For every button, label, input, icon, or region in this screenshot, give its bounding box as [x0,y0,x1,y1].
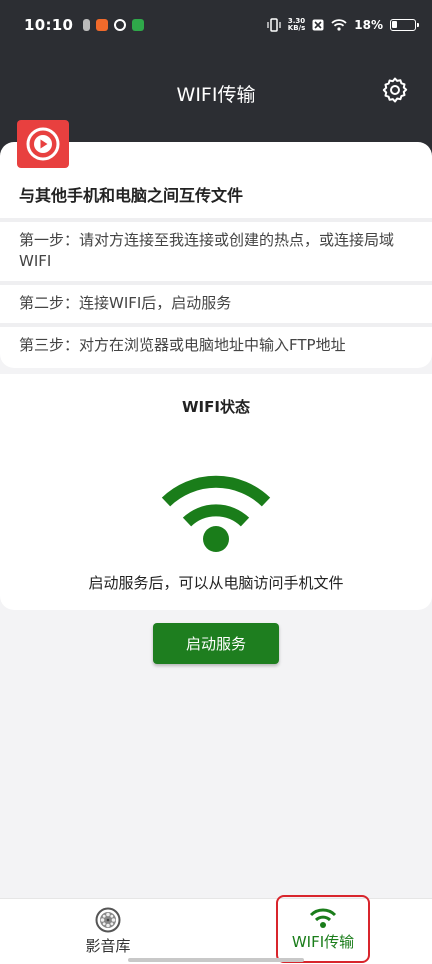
net-speed: 3.30 KB/s [288,18,305,32]
net-speed-unit: KB/s [287,24,306,32]
play-logo-icon [26,127,60,161]
wifi-hint: 启动服务后，可以从电脑访问手机文件 [88,574,344,592]
bottom-nav: 影音库 WIFI传输 [0,895,432,964]
gear-icon[interactable] [380,75,410,105]
start-service-button[interactable]: 启动服务 [153,623,279,664]
intro-card: 与其他手机和电脑之间互传文件 第一步：请对方连接至我连接或创建的热点，或连接局域… [0,142,432,368]
wifi-icon [161,475,271,552]
nav-item-media-library[interactable]: 影音库 [48,899,168,964]
wifi-status-card: WIFI状态 启动服务后，可以从电脑访问手机文件 [0,374,432,610]
intro-headline: 与其他手机和电脑之间互传文件 [19,186,244,205]
wifi-status-title: WIFI状态 [182,398,250,416]
step-item: 第一步：请对方连接至我连接或创建的热点，或连接局域WIFI [0,218,432,281]
nav-item-wifi-transfer[interactable]: WIFI传输 [276,895,370,963]
status-right: 3.30 KB/s 18% [267,18,419,32]
steps-list: 第一步：请对方连接至我连接或创建的热点，或连接局域WIFI 第二步：连接WIFI… [0,218,432,371]
notification-icons [83,19,145,31]
app-notification-icon [132,19,145,31]
status-bar: 10:10 3.30 KB/s 18% [0,0,432,50]
nav-label-media-library: 影音库 [85,937,131,955]
nav-label-wifi-transfer: WIFI传输 [291,933,355,951]
step-item: 第三步：对方在浏览器或电脑地址中输入FTP地址 [0,323,432,371]
battery-icon [390,19,419,31]
wifi-icon [309,908,337,928]
app-notification-icon [96,19,109,31]
step-item: 第二步：连接WIFI后，启动服务 [0,281,432,323]
no-signal-icon [312,19,324,31]
link-icon [114,19,127,31]
film-reel-icon [95,907,121,933]
wifi-signal-icon [331,19,347,31]
battery-percent: 18% [354,18,383,32]
sim-icon [83,19,91,31]
home-indicator [128,958,304,962]
vibrate-icon [267,18,281,32]
status-time: 10:10 [24,16,74,34]
app-logo [17,120,69,168]
page-title: WIFI传输 [176,84,256,106]
